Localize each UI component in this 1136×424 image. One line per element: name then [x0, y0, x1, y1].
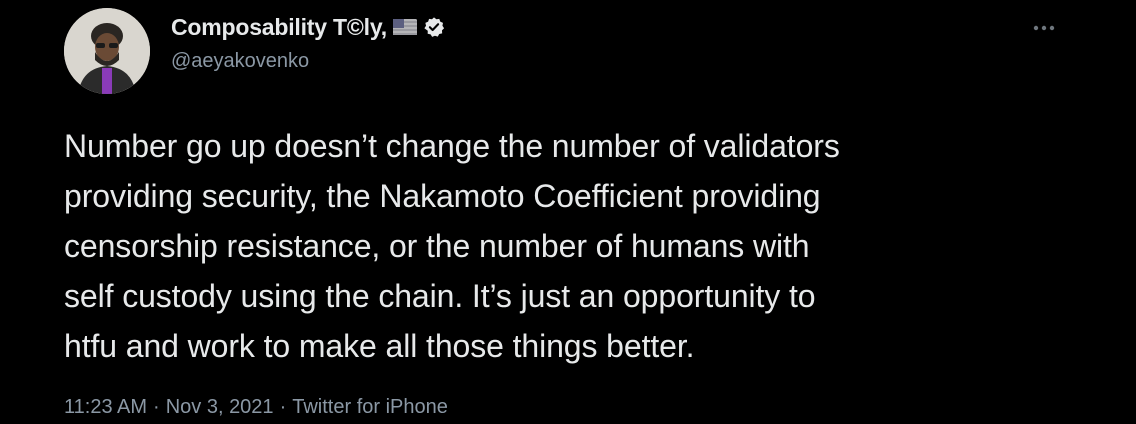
- author-name-row[interactable]: Composability T©ly,: [171, 12, 445, 42]
- more-dots-icon: [1033, 25, 1055, 31]
- more-options-button[interactable]: [1029, 18, 1059, 38]
- author-display-name[interactable]: Composability T©ly,: [171, 14, 387, 41]
- tweet-date[interactable]: Nov 3, 2021: [166, 396, 274, 419]
- author-handle[interactable]: @aeyakovenko: [171, 50, 309, 73]
- tweet-source[interactable]: Twitter for iPhone: [292, 396, 448, 419]
- tweet-time[interactable]: 11:23 AM: [64, 396, 147, 419]
- person-avatar-icon: [64, 8, 150, 94]
- tweet-card: Composability T©ly, @aeyakovenko Number …: [0, 0, 1136, 424]
- avatar[interactable]: [64, 8, 150, 94]
- tweet-meta: 11:23 AM · Nov 3, 2021 · Twitter for iPh…: [64, 396, 448, 419]
- us-flag-icon: [392, 19, 417, 35]
- tweet-text: Number go up doesn’t change the number o…: [64, 128, 840, 364]
- verified-badge-icon: [423, 16, 445, 38]
- meta-separator: ·: [153, 396, 160, 418]
- meta-separator: ·: [279, 396, 287, 418]
